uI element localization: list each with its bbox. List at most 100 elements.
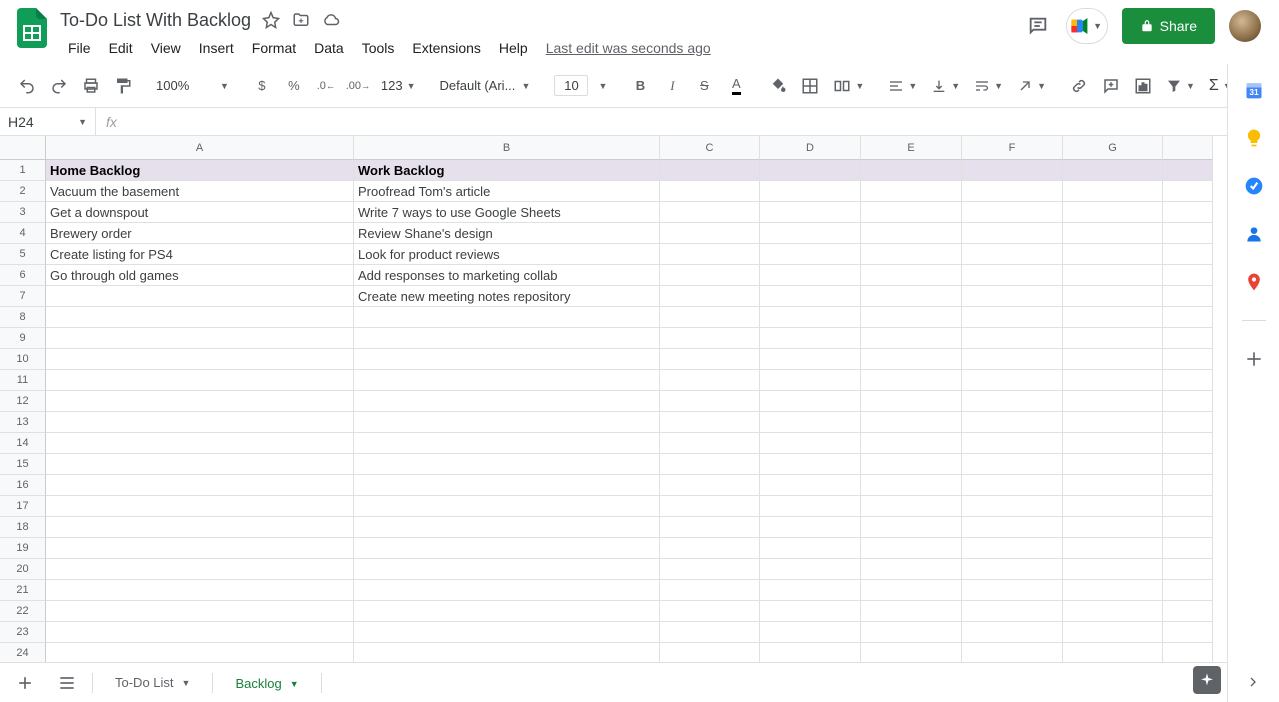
- zoom-dropdown[interactable]: 100%▼: [150, 71, 235, 101]
- percent-button[interactable]: %: [279, 71, 309, 101]
- cell[interactable]: [1163, 391, 1213, 412]
- cell[interactable]: [962, 643, 1063, 662]
- cell[interactable]: [46, 349, 354, 370]
- cell[interactable]: [861, 160, 962, 181]
- cell[interactable]: Home Backlog: [46, 160, 354, 181]
- cell[interactable]: [1163, 454, 1213, 475]
- row-header[interactable]: 14: [0, 433, 46, 454]
- cell[interactable]: [660, 412, 760, 433]
- cell[interactable]: [1063, 559, 1163, 580]
- col-header[interactable]: A: [46, 136, 354, 160]
- menu-edit[interactable]: Edit: [101, 36, 141, 60]
- cell[interactable]: [962, 244, 1063, 265]
- cell[interactable]: [962, 538, 1063, 559]
- cell[interactable]: [861, 433, 962, 454]
- select-all-corner[interactable]: [0, 136, 46, 160]
- spreadsheet-grid[interactable]: ABCDEFG1Home BacklogWork Backlog2Vacuum …: [0, 136, 1227, 662]
- cell[interactable]: [861, 349, 962, 370]
- cell[interactable]: [962, 496, 1063, 517]
- cell[interactable]: [861, 286, 962, 307]
- cell[interactable]: [1063, 391, 1163, 412]
- explore-button[interactable]: [1193, 666, 1221, 694]
- cell[interactable]: [760, 559, 861, 580]
- row-header[interactable]: 2: [0, 181, 46, 202]
- cell[interactable]: [760, 454, 861, 475]
- cell[interactable]: [760, 202, 861, 223]
- cell[interactable]: [1163, 412, 1213, 433]
- undo-button[interactable]: [12, 71, 42, 101]
- cell[interactable]: [861, 202, 962, 223]
- cell[interactable]: [660, 475, 760, 496]
- cell[interactable]: [660, 181, 760, 202]
- cell[interactable]: [46, 286, 354, 307]
- cell[interactable]: [962, 160, 1063, 181]
- row-header[interactable]: 22: [0, 601, 46, 622]
- cell[interactable]: [760, 475, 861, 496]
- last-edit-link[interactable]: Last edit was seconds ago: [546, 40, 711, 56]
- cell[interactable]: [46, 391, 354, 412]
- cell[interactable]: [760, 223, 861, 244]
- cell[interactable]: [962, 580, 1063, 601]
- cell[interactable]: [760, 622, 861, 643]
- cell[interactable]: Go through old games: [46, 265, 354, 286]
- row-header[interactable]: 13: [0, 412, 46, 433]
- cell[interactable]: [962, 223, 1063, 244]
- cell[interactable]: [760, 538, 861, 559]
- row-header[interactable]: 7: [0, 286, 46, 307]
- cell[interactable]: [861, 559, 962, 580]
- cell[interactable]: [962, 433, 1063, 454]
- avatar[interactable]: [1229, 10, 1261, 42]
- cell[interactable]: [354, 391, 660, 412]
- row-header[interactable]: 6: [0, 265, 46, 286]
- cell[interactable]: [660, 202, 760, 223]
- more-formats-dropdown[interactable]: 123▼: [375, 71, 422, 101]
- cell[interactable]: [1163, 202, 1213, 223]
- cell[interactable]: [1163, 160, 1213, 181]
- cell[interactable]: [760, 349, 861, 370]
- cell[interactable]: [1163, 223, 1213, 244]
- cell[interactable]: [962, 454, 1063, 475]
- cell[interactable]: [861, 538, 962, 559]
- cell[interactable]: Add responses to marketing collab: [354, 265, 660, 286]
- col-header[interactable]: G: [1063, 136, 1163, 160]
- wrap-dropdown[interactable]: ▼: [968, 71, 1009, 101]
- contacts-icon[interactable]: [1244, 224, 1264, 244]
- paint-format-button[interactable]: [108, 71, 138, 101]
- cell[interactable]: [660, 580, 760, 601]
- cell[interactable]: [46, 370, 354, 391]
- row-header[interactable]: 5: [0, 244, 46, 265]
- cell[interactable]: [760, 328, 861, 349]
- cell[interactable]: [1163, 538, 1213, 559]
- cell[interactable]: [1063, 307, 1163, 328]
- cell[interactable]: [962, 391, 1063, 412]
- row-header[interactable]: 23: [0, 622, 46, 643]
- cell[interactable]: [660, 538, 760, 559]
- cell[interactable]: Write 7 ways to use Google Sheets: [354, 202, 660, 223]
- cell[interactable]: [1063, 622, 1163, 643]
- cell[interactable]: Review Shane's design: [354, 223, 660, 244]
- row-header[interactable]: 18: [0, 517, 46, 538]
- cell[interactable]: [861, 181, 962, 202]
- cell[interactable]: [861, 517, 962, 538]
- cell[interactable]: [660, 496, 760, 517]
- cell[interactable]: [861, 412, 962, 433]
- cell[interactable]: [962, 265, 1063, 286]
- cell[interactable]: [1163, 286, 1213, 307]
- cell[interactable]: [1163, 643, 1213, 662]
- cell[interactable]: [46, 412, 354, 433]
- sheets-logo[interactable]: [12, 8, 52, 48]
- cell[interactable]: [760, 391, 861, 412]
- cell[interactable]: [660, 559, 760, 580]
- insert-link-button[interactable]: [1064, 71, 1094, 101]
- rotate-dropdown[interactable]: ▼: [1011, 71, 1052, 101]
- row-header[interactable]: 11: [0, 370, 46, 391]
- cell[interactable]: [660, 244, 760, 265]
- h-align-dropdown[interactable]: ▼: [882, 71, 923, 101]
- cell[interactable]: [861, 391, 962, 412]
- cell[interactable]: [46, 517, 354, 538]
- star-icon[interactable]: [261, 10, 281, 30]
- keep-icon[interactable]: [1244, 128, 1264, 148]
- cell[interactable]: [1163, 475, 1213, 496]
- insert-comment-button[interactable]: [1096, 71, 1126, 101]
- cell[interactable]: [1063, 517, 1163, 538]
